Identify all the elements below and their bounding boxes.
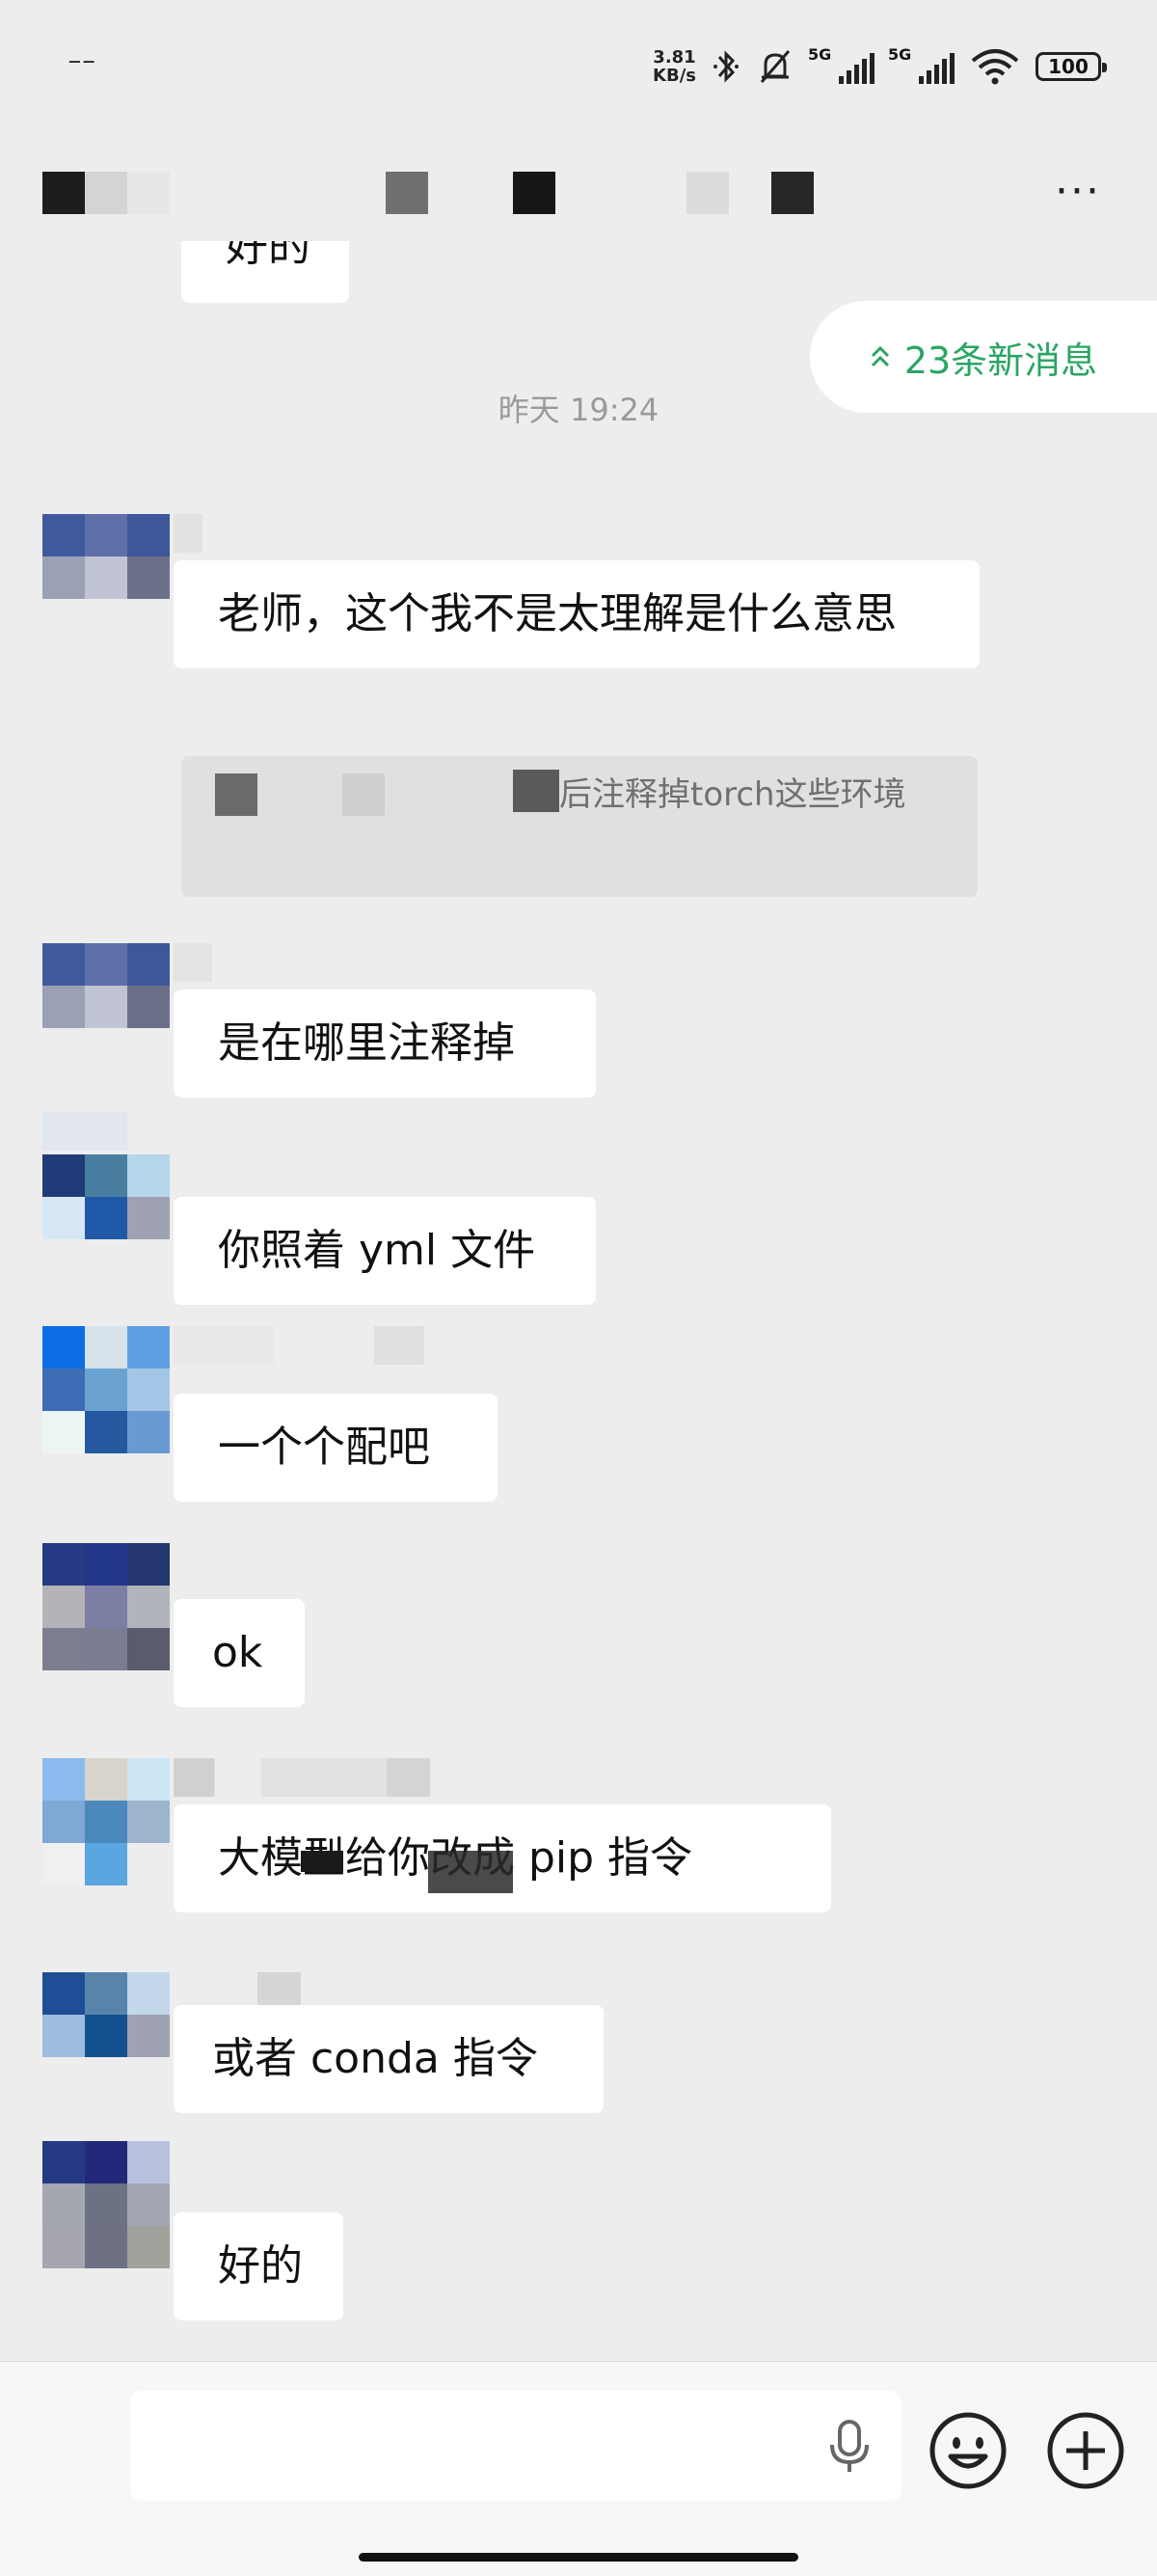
avatar[interactable]	[42, 514, 170, 601]
new-messages-label: 23条新消息	[903, 339, 1098, 382]
message-text: 一个个配吧	[218, 1423, 430, 1472]
network-speed-value: 3.81	[653, 47, 696, 68]
sender-name-redacted	[174, 1326, 424, 1365]
microphone-icon[interactable]	[824, 2418, 874, 2476]
double-chevron-up-icon	[871, 345, 889, 367]
status-bar: ⁻⁻ 3.81 KB/s 5G 5G 100	[0, 0, 1157, 135]
mute-bell-icon	[760, 50, 791, 83]
message-text: 你照着 yml 文件	[218, 1226, 536, 1275]
home-indicator[interactable]	[359, 2553, 798, 2562]
emoji-icon[interactable]	[928, 2410, 1009, 2491]
plus-icon[interactable]	[1045, 2410, 1126, 2491]
status-indicator: ⁻⁻	[67, 50, 96, 82]
message-text: 或者 conda 指令	[212, 2034, 538, 2083]
message-bubble[interactable]: 一个个配吧	[174, 1394, 498, 1502]
avatar[interactable]	[42, 1154, 170, 1241]
message-timestamp: 昨天 19:24	[498, 392, 659, 428]
message-text: 老师，这个我不是太理解是什么意思	[218, 589, 897, 638]
avatar[interactable]	[42, 2141, 170, 2268]
avatar[interactable]	[42, 1758, 170, 1885]
message-text: 是在哪里注释掉	[218, 1018, 515, 1068]
message-text: 好的	[226, 241, 310, 271]
message-list[interactable]: 好的 23条新消息 昨天 19:24 老师，这个我不是太理解是什么意思 然后注释…	[0, 241, 1157, 2358]
message-text: 好的	[218, 2241, 303, 2291]
battery-icon: 100	[1036, 52, 1107, 81]
wifi-icon	[971, 49, 1019, 85]
message-bubble[interactable]: 你照着 yml 文件	[174, 1197, 596, 1305]
status-icons: 3.81 KB/s 5G 5G 100	[653, 42, 1107, 91]
input-bar	[0, 2361, 1157, 2576]
avatar[interactable]	[42, 1543, 170, 1670]
quoted-text: 然后注释掉torch这些环境	[526, 775, 906, 814]
bluetooth-icon	[713, 50, 739, 83]
message-bubble[interactable]: 好的	[174, 2212, 343, 2320]
message-bubble[interactable]: 老师，这个我不是太理解是什么意思	[174, 560, 980, 668]
chat-header: ···	[0, 145, 1157, 241]
network-speed: 3.81 KB/s	[653, 48, 696, 85]
message-text: ok	[212, 1628, 263, 1677]
message-bubble-partial[interactable]: 好的	[181, 241, 349, 303]
more-options-icon[interactable]: ···	[1055, 171, 1101, 213]
sim2-label: 5G	[888, 45, 912, 64]
avatar[interactable]	[42, 1972, 170, 2059]
avatar[interactable]	[42, 943, 170, 1030]
sender-name-redacted	[174, 514, 202, 553]
sender-name-redacted	[174, 943, 212, 982]
sim1-signal-icon: 5G	[808, 45, 874, 84]
sim1-label: 5G	[808, 45, 832, 64]
sim2-signal-icon: 5G	[888, 45, 955, 84]
message-bubble[interactable]: 或者 conda 指令	[174, 2005, 604, 2113]
sender-name-redacted	[42, 1112, 127, 1151]
quoted-message[interactable]: 然后注释掉torch这些环境	[181, 756, 978, 897]
network-speed-unit: KB/s	[653, 66, 696, 86]
message-bubble[interactable]: 是在哪里注释掉	[174, 990, 596, 1098]
message-input[interactable]	[130, 2391, 901, 2501]
avatar[interactable]	[42, 1326, 170, 1453]
message-bubble[interactable]: ok	[174, 1599, 305, 1707]
sender-name-redacted	[174, 1758, 430, 1797]
